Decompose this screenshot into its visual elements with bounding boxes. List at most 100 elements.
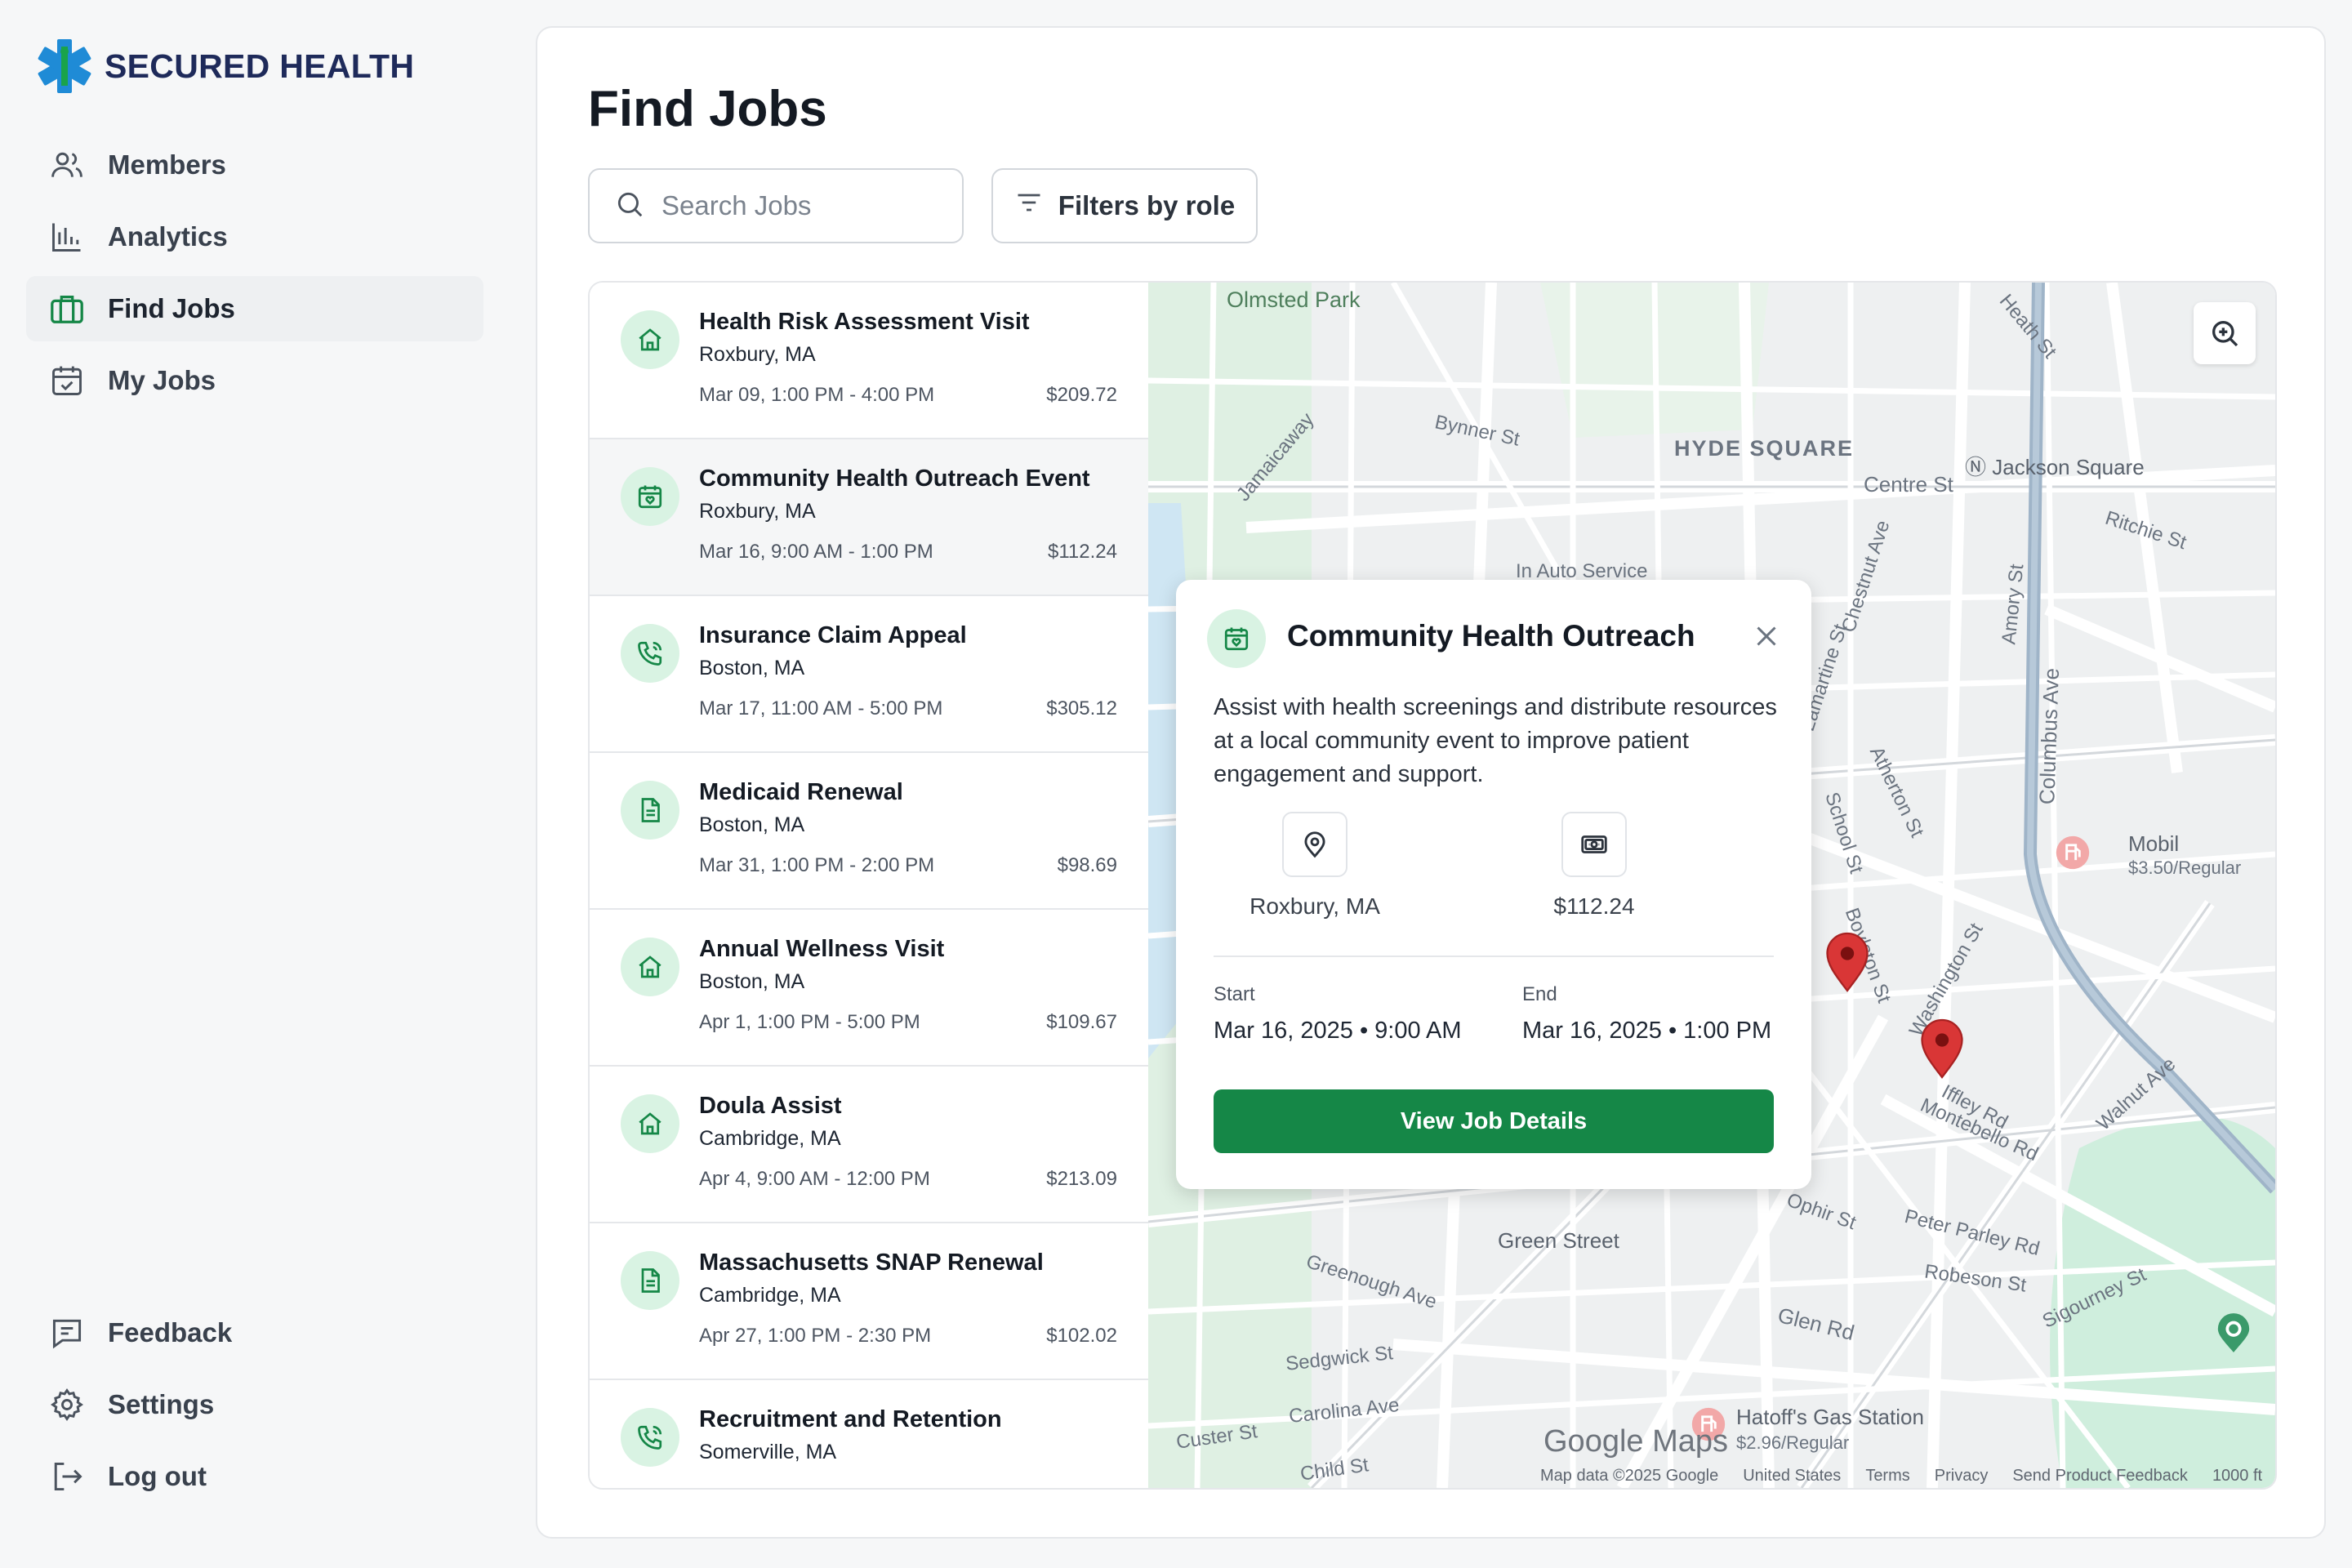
job-time: Apr 4, 9:00 AM - 12:00 PM: [699, 1168, 930, 1190]
job-card[interactable]: Massachusetts SNAP Renewal Cambridge, MA…: [590, 1223, 1148, 1380]
job-pay: $305.12: [1046, 697, 1117, 719]
job-pay: $109.67: [1046, 1011, 1117, 1033]
park-marker-icon[interactable]: [2215, 1313, 2252, 1354]
nav-item-analytics[interactable]: Analytics: [26, 204, 483, 270]
nav-item-feedback[interactable]: Feedback: [26, 1300, 483, 1365]
job-time: Mar 31, 1:00 PM - 2:00 PM: [699, 854, 935, 876]
gas-station-icon[interactable]: [2055, 835, 2091, 871]
filter-label: Filters by role: [1058, 190, 1236, 220]
job-card[interactable]: Insurance Claim Appeal Boston, MA Mar 17…: [590, 596, 1148, 753]
job-list[interactable]: Health Risk Assessment Visit Roxbury, MA…: [590, 283, 1150, 1488]
close-button[interactable]: [1746, 616, 1787, 657]
home-icon: [621, 310, 679, 369]
popup-title: Community Health Outreach: [1287, 619, 1695, 653]
calendar-check-icon: [47, 361, 87, 400]
job-title: Doula Assist: [699, 1093, 842, 1119]
job-pay: $209.72: [1046, 384, 1117, 406]
search-box[interactable]: [588, 168, 964, 243]
main-content: Find Jobs Filters by role Health Risk As…: [536, 26, 2326, 1539]
popup-pay: $112.24: [1455, 812, 1733, 920]
job-card[interactable]: Community Health Outreach Event Roxbury,…: [590, 439, 1148, 596]
nav-item-settings[interactable]: Settings: [26, 1372, 483, 1437]
job-title: Annual Wellness Visit: [699, 936, 945, 962]
map-label-hyde-square: HYDE SQUARE: [1674, 436, 1855, 461]
sidebar: SECURED HEALTH Members Analytics Find Jo…: [0, 0, 523, 1568]
end-label: End: [1522, 983, 1557, 1005]
map-attribution: Map data ©2025 Google: [1540, 1467, 1719, 1485]
job-card[interactable]: Health Risk Assessment Visit Roxbury, MA…: [590, 283, 1148, 439]
calendar-heart-icon: [1207, 609, 1266, 668]
gear-icon: [47, 1385, 87, 1424]
job-title: Community Health Outreach Event: [699, 466, 1090, 492]
job-title: Recruitment and Retention: [699, 1406, 1002, 1432]
start-label: Start: [1214, 983, 1255, 1005]
bar-chart-icon: [47, 217, 87, 256]
map-label-jackson-square: Ⓝ Jackson Square: [1965, 455, 2145, 479]
jobs-panel: Health Risk Assessment Visit Roxbury, MA…: [588, 281, 2277, 1490]
map-label-mobil: Mobil: [2128, 831, 2180, 856]
map-privacy-link[interactable]: Privacy: [1935, 1467, 1989, 1486]
map-view[interactable]: Olmsted Park HYDE SQUARE Ⓝ Jackson Squar…: [1148, 283, 2275, 1488]
job-card[interactable]: Medicaid Renewal Boston, MA Mar 31, 1:00…: [590, 753, 1148, 910]
divider: [1214, 956, 1774, 957]
phone-icon: [621, 1408, 679, 1467]
map-label-hatoff-price: $2.96/Regular: [1736, 1432, 1850, 1453]
job-card[interactable]: Doula Assist Cambridge, MA Apr 4, 9:00 A…: [590, 1067, 1148, 1223]
nav-item-find-jobs[interactable]: Find Jobs: [26, 276, 483, 341]
map-label-mobil-price: $3.50/Regular: [2128, 858, 2242, 878]
view-job-details-button[interactable]: View Job Details: [1214, 1089, 1774, 1153]
job-location: Boston, MA: [699, 813, 805, 836]
map-feedback-link[interactable]: Send Product Feedback: [2012, 1467, 2188, 1486]
job-location: Boston, MA: [699, 970, 805, 993]
job-title: Health Risk Assessment Visit: [699, 309, 1030, 335]
phone-icon: [621, 624, 679, 683]
nav-item-my-jobs[interactable]: My Jobs: [26, 348, 483, 413]
job-location: Roxbury, MA: [699, 500, 816, 523]
document-icon: [621, 781, 679, 840]
close-icon: [1757, 626, 1776, 646]
job-card[interactable]: Annual Wellness Visit Boston, MA Apr 1, …: [590, 910, 1148, 1067]
brand-name: SECURED HEALTH: [105, 47, 415, 85]
job-card[interactable]: Recruitment and Retention Somerville, MA: [590, 1380, 1148, 1488]
brand-logo[interactable]: SECURED HEALTH: [36, 38, 414, 95]
nav-label: Settings: [108, 1389, 215, 1419]
job-pay: $98.69: [1057, 854, 1117, 876]
main-nav: Members Analytics Find Jobs My Jobs: [26, 132, 483, 420]
job-pay: $112.24: [1048, 541, 1117, 563]
map-label-columbus-ave: Columbus Ave: [2034, 667, 2064, 805]
start-value: Mar 16, 2025 • 9:00 AM: [1214, 1018, 1462, 1044]
nav-label: Find Jobs: [108, 293, 235, 323]
map-terms-link[interactable]: Terms: [1865, 1467, 1909, 1486]
job-location: Boston, MA: [699, 657, 805, 679]
job-location-pin-icon[interactable]: [1824, 931, 1870, 993]
google-maps-logo: Google Maps: [1544, 1424, 1729, 1459]
job-time: Mar 17, 11:00 AM - 5:00 PM: [699, 697, 943, 719]
nav-label: Members: [108, 149, 226, 180]
nav-item-logout[interactable]: Log out: [26, 1444, 483, 1509]
filter-icon: [1014, 188, 1044, 224]
job-location-pin-icon[interactable]: [1919, 1018, 1965, 1080]
page-title: Find Jobs: [588, 81, 827, 137]
job-pay: $102.02: [1046, 1325, 1117, 1347]
nav-label: Analytics: [108, 221, 228, 252]
message-icon: [47, 1313, 87, 1352]
home-icon: [621, 1094, 679, 1153]
end-value: Mar 16, 2025 • 1:00 PM: [1522, 1018, 1772, 1044]
popup-pay-value: $112.24: [1553, 893, 1635, 919]
briefcase-icon: [47, 289, 87, 328]
job-time: Mar 09, 1:00 PM - 4:00 PM: [699, 384, 935, 406]
job-detail-popup: Community Health Outreach Assist with he…: [1176, 580, 1811, 1189]
job-title: Insurance Claim Appeal: [699, 622, 967, 648]
job-location: Somerville, MA: [699, 1441, 837, 1463]
nav-item-members[interactable]: Members: [26, 132, 483, 198]
users-icon: [47, 145, 87, 185]
job-time: Mar 16, 9:00 AM - 1:00 PM: [699, 541, 933, 563]
job-title: Medicaid Renewal: [699, 779, 903, 805]
bottom-nav: Feedback Settings Log out: [26, 1300, 483, 1516]
zoom-button[interactable]: [2194, 302, 2256, 364]
search-icon: [614, 189, 645, 224]
star-of-life-icon: [38, 39, 91, 93]
job-time: Apr 1, 1:00 PM - 5:00 PM: [699, 1011, 920, 1033]
search-input[interactable]: [660, 189, 957, 222]
filter-by-role-button[interactable]: Filters by role: [991, 168, 1258, 243]
